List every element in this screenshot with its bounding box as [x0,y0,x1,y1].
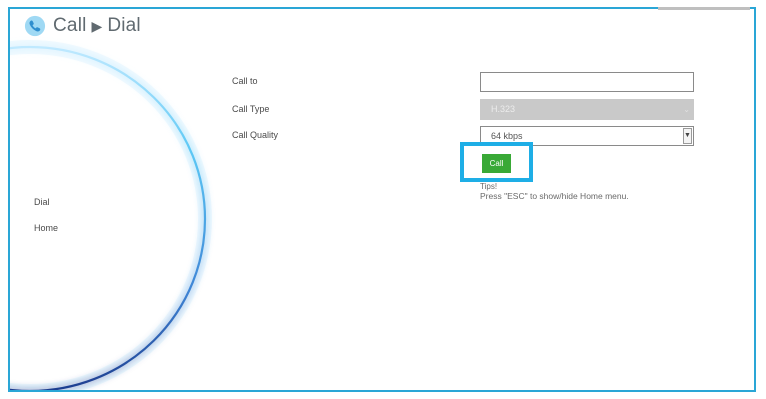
call-type-value: H.323 [491,104,516,114]
call-button[interactable]: Call [482,154,511,173]
call-to-input[interactable] [480,72,694,92]
tips-title: Tips! [480,182,498,191]
window-top-bar [658,7,750,10]
sidebar-item-dial[interactable]: Dial [34,197,50,207]
chevron-down-icon: ⌄ [683,105,690,114]
phone-icon [24,15,46,37]
breadcrumb-separator-icon: ▶ [91,17,103,34]
call-type-label: Call Type [232,104,270,114]
call-quality-value: 64 kbps [491,131,523,141]
call-to-label: Call to [232,76,258,86]
sidebar-item-home[interactable]: Home [34,223,58,233]
call-quality-label: Call Quality [232,130,279,140]
page-header: Call ▶ Dial [24,14,141,38]
title-call: Call [53,15,87,36]
main-window: Call ▶ Dial Dial Home Call to Call Type … [8,7,756,392]
chevron-down-icon[interactable]: ▼ [683,128,692,144]
tips-text: Press "ESC" to show/hide Home menu. [480,191,629,201]
title-dial: Dial [107,15,141,36]
call-type-select: H.323 ⌄ [480,99,694,120]
